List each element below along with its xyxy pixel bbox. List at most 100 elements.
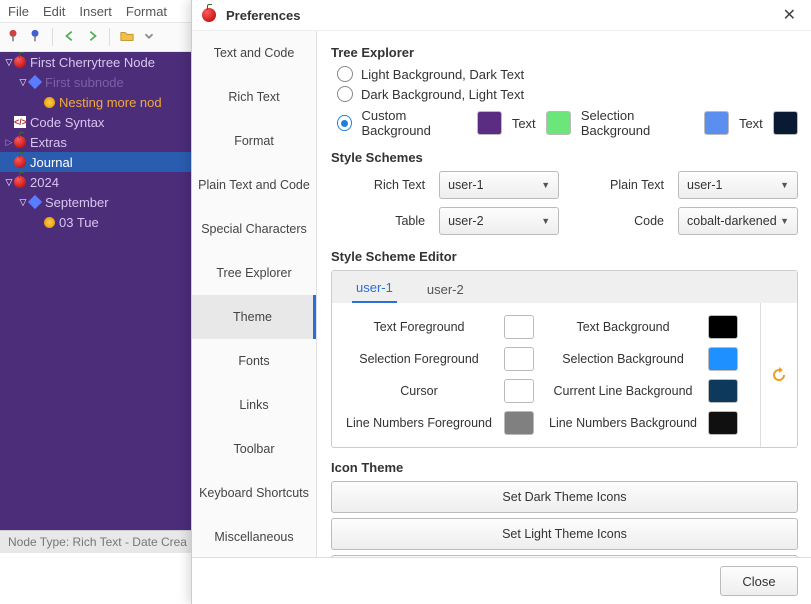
dialog-titlebar: Preferences ✕	[192, 0, 811, 31]
rich-text-dropdown[interactable]: user-1▼	[439, 171, 559, 199]
sel-bg-swatch[interactable]	[708, 347, 738, 371]
tree-node-selected[interactable]: Journal	[0, 152, 191, 172]
ln-bg-label: Line Numbers Background	[548, 416, 698, 430]
category-toolbar[interactable]: Toolbar	[192, 427, 316, 471]
cursor-label: Cursor	[344, 384, 494, 398]
radio-icon	[337, 86, 353, 102]
sun-icon	[44, 217, 55, 228]
tree-node[interactable]: 03 Tue	[0, 212, 191, 232]
text-fg-swatch[interactable]	[504, 315, 534, 339]
code-label: Code	[573, 214, 664, 228]
settings-pane: Tree Explorer Light Background, Dark Tex…	[317, 31, 811, 557]
dropdown-icon[interactable]	[142, 29, 156, 46]
chevron-down-icon: ▼	[541, 216, 550, 226]
cherry-icon	[14, 56, 26, 68]
pin-red-icon[interactable]	[6, 29, 20, 46]
cursor-swatch[interactable]	[504, 379, 534, 403]
selection-text-label: Text	[739, 116, 763, 131]
dialog-title: Preferences	[226, 8, 777, 23]
sun-icon	[44, 97, 55, 108]
radio-custom-bg[interactable]	[337, 115, 352, 131]
set-dark-icons-button[interactable]: Set Dark Theme Icons	[331, 481, 798, 513]
tree-node[interactable]: ▽2024	[0, 172, 191, 192]
ln-fg-label: Line Numbers Foreground	[344, 416, 494, 430]
tree-node[interactable]: ▷Extras	[0, 132, 191, 152]
menu-insert[interactable]: Insert	[79, 4, 112, 19]
forward-icon[interactable]	[85, 29, 99, 46]
sel-fg-swatch[interactable]	[504, 347, 534, 371]
category-miscellaneous[interactable]: Miscellaneous	[192, 515, 316, 557]
tree-node[interactable]: ▽September	[0, 192, 191, 212]
category-list: Text and Code Rich Text Format Plain Tex…	[192, 31, 317, 557]
cherry-icon	[14, 176, 26, 188]
folder-icon[interactable]	[120, 29, 134, 46]
style-scheme-editor: user-1 user-2 Text Foreground Text Backg…	[331, 270, 798, 448]
reset-button[interactable]	[760, 303, 797, 447]
chevron-down-icon: ▼	[541, 180, 550, 190]
pin-blue-icon[interactable]	[28, 29, 42, 46]
code-icon: </>	[14, 116, 26, 128]
separator	[109, 28, 110, 46]
category-links[interactable]: Links	[192, 383, 316, 427]
radio-light-bg[interactable]: Light Background, Dark Text	[337, 66, 798, 82]
selection-bg-label: Selection Background	[581, 108, 694, 138]
menu-edit[interactable]: Edit	[43, 4, 65, 19]
menu-format[interactable]: Format	[126, 4, 167, 19]
category-theme[interactable]: Theme	[192, 295, 316, 339]
rich-text-label: Rich Text	[337, 178, 425, 192]
custom-bg-label: Custom Background	[362, 108, 467, 138]
menu-file[interactable]: File	[8, 4, 29, 19]
sel-fg-label: Selection Foreground	[344, 352, 494, 366]
tab-user-1[interactable]: user-1	[352, 274, 397, 303]
table-label: Table	[337, 214, 425, 228]
ln-fg-swatch[interactable]	[504, 411, 534, 435]
selection-text-swatch[interactable]	[773, 111, 798, 135]
tree-panel: ▽First Cherrytree Node ▽First subnode Ne…	[0, 52, 191, 530]
close-icon[interactable]: ✕	[777, 3, 802, 27]
selection-bg-swatch[interactable]	[704, 111, 729, 135]
style-scheme-editor-heading: Style Scheme Editor	[331, 249, 798, 264]
cherry-icon	[14, 136, 26, 148]
diamond-icon	[28, 195, 42, 209]
chevron-down-icon: ▼	[780, 180, 789, 190]
close-button[interactable]: Close	[720, 566, 798, 596]
plain-text-dropdown[interactable]: user-1▼	[678, 171, 798, 199]
preferences-dialog: Preferences ✕ Text and Code Rich Text Fo…	[191, 0, 811, 604]
text-bg-swatch[interactable]	[708, 315, 738, 339]
curline-bg-swatch[interactable]	[708, 379, 738, 403]
radio-icon	[337, 66, 353, 82]
table-dropdown[interactable]: user-2▼	[439, 207, 559, 235]
category-plain-text-and-code[interactable]: Plain Text and Code	[192, 163, 316, 207]
tree-node[interactable]: ▽First Cherrytree Node	[0, 52, 191, 72]
text-fg-label: Text Foreground	[344, 320, 494, 334]
statusbar: Node Type: Rich Text - Date Crea	[0, 530, 207, 553]
plain-text-label: Plain Text	[573, 178, 664, 192]
category-special-characters[interactable]: Special Characters	[192, 207, 316, 251]
category-format[interactable]: Format	[192, 119, 316, 163]
category-keyboard-shortcuts[interactable]: Keyboard Shortcuts	[192, 471, 316, 515]
category-fonts[interactable]: Fonts	[192, 339, 316, 383]
code-dropdown[interactable]: cobalt-darkened▼	[678, 207, 798, 235]
sel-bg-label: Selection Background	[548, 352, 698, 366]
separator	[52, 28, 53, 46]
curline-bg-label: Current Line Background	[548, 384, 698, 398]
cherry-icon	[14, 156, 26, 168]
tab-user-2[interactable]: user-2	[423, 276, 468, 303]
cherry-icon	[202, 8, 216, 22]
category-rich-text[interactable]: Rich Text	[192, 75, 316, 119]
undo-icon	[771, 367, 787, 383]
category-text-and-code[interactable]: Text and Code	[192, 31, 316, 75]
custom-text-swatch[interactable]	[546, 111, 571, 135]
tree-node[interactable]: ▽First subnode	[0, 72, 191, 92]
radio-dark-bg[interactable]: Dark Background, Light Text	[337, 86, 798, 102]
category-tree-explorer[interactable]: Tree Explorer	[192, 251, 316, 295]
set-light-icons-button[interactable]: Set Light Theme Icons	[331, 518, 798, 550]
tree-node[interactable]: Nesting more nod	[0, 92, 191, 112]
tree-node[interactable]: </>Code Syntax	[0, 112, 191, 132]
ln-bg-swatch[interactable]	[708, 411, 738, 435]
chevron-down-icon: ▼	[780, 216, 789, 226]
tree-explorer-heading: Tree Explorer	[331, 45, 798, 60]
back-icon[interactable]	[63, 29, 77, 46]
text-bg-label: Text Background	[548, 320, 698, 334]
custom-bg-swatch[interactable]	[477, 111, 502, 135]
